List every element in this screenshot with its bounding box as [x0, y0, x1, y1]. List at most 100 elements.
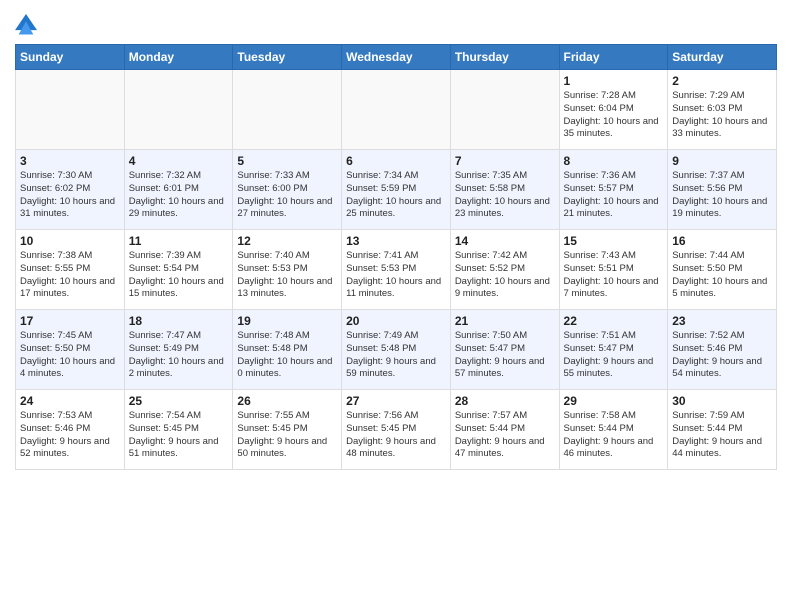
- day-info: Sunrise: 7:30 AM Sunset: 6:02 PM Dayligh…: [20, 170, 115, 219]
- day-number: 22: [564, 314, 664, 328]
- calendar-day-cell: 5Sunrise: 7:33 AM Sunset: 6:00 PM Daylig…: [233, 150, 342, 230]
- day-info: Sunrise: 7:32 AM Sunset: 6:01 PM Dayligh…: [129, 170, 224, 219]
- calendar-day-cell: 8 Sunrise: 7:36 AM Sunset: 5:57 PM Daylig…: [559, 150, 668, 230]
- calendar-day-cell: 22Sunrise: 7:51 AM Sunset: 5:47 PM Dayli…: [559, 310, 668, 390]
- day-number: 27: [346, 394, 446, 408]
- calendar-day-cell: 29 Sunrise: 7:58 AM Sunset: 5:44 PM Dayli…: [559, 390, 668, 470]
- day-info: Sunrise: 7:52 AM Sunset: 5:46 PM Dayligh…: [672, 330, 762, 379]
- day-info: Sunrise: 7:39 AM Sunset: 5:54 PM Dayligh…: [129, 250, 224, 299]
- calendar-header-cell: Monday: [124, 45, 233, 70]
- calendar-header-cell: Saturday: [668, 45, 777, 70]
- calendar-day-cell: 30 Sunrise: 7:59 AM Sunset: 5:44 PM Dayli…: [668, 390, 777, 470]
- day-info: Sunrise: 7:56 AM Sunset: 5:45 PM Dayligh…: [346, 410, 436, 459]
- calendar-day-cell: 3 Sunrise: 7:30 AM Sunset: 6:02 PM Daylig…: [16, 150, 125, 230]
- day-number: 3: [20, 154, 120, 168]
- day-number: 2: [672, 74, 772, 88]
- calendar-header-cell: Thursday: [450, 45, 559, 70]
- logo-icon: [15, 14, 37, 36]
- calendar-day-cell: 4 Sunrise: 7:32 AM Sunset: 6:01 PM Daylig…: [124, 150, 233, 230]
- day-number: 1: [564, 74, 664, 88]
- calendar-day-cell: 18Sunrise: 7:47 AM Sunset: 5:49 PM Dayli…: [124, 310, 233, 390]
- calendar-day-cell: 28 Sunrise: 7:57 AM Sunset: 5:44 PM Dayli…: [450, 390, 559, 470]
- day-info: Sunrise: 7:49 AM Sunset: 5:48 PM Dayligh…: [346, 330, 436, 379]
- day-info: Sunrise: 7:44 AM Sunset: 5:50 PM Dayligh…: [672, 250, 767, 299]
- day-number: 13: [346, 234, 446, 248]
- calendar-day-cell: 13 Sunrise: 7:41 AM Sunset: 5:53 PM Dayli…: [342, 230, 451, 310]
- day-number: 12: [237, 234, 337, 248]
- day-number: 17: [20, 314, 120, 328]
- calendar-day-cell: [450, 70, 559, 150]
- day-number: 8: [564, 154, 664, 168]
- day-info: Sunrise: 7:29 AM Sunset: 6:03 PM Dayligh…: [672, 90, 767, 139]
- day-info: Sunrise: 7:58 AM Sunset: 5:44 PM Dayligh…: [564, 410, 654, 459]
- calendar-day-cell: 14 Sunrise: 7:42 AM Sunset: 5:52 PM Dayli…: [450, 230, 559, 310]
- day-number: 4: [129, 154, 229, 168]
- day-number: 19: [237, 314, 337, 328]
- day-number: 16: [672, 234, 772, 248]
- day-info: Sunrise: 7:48 AM Sunset: 5:48 PM Dayligh…: [237, 330, 332, 379]
- day-number: 30: [672, 394, 772, 408]
- day-info: Sunrise: 7:54 AM Sunset: 5:45 PM Dayligh…: [129, 410, 219, 459]
- day-info: Sunrise: 7:41 AM Sunset: 5:53 PM Dayligh…: [346, 250, 441, 299]
- calendar-week-row: 1Sunrise: 7:28 AM Sunset: 6:04 PM Daylig…: [16, 70, 777, 150]
- calendar-day-cell: 25 Sunrise: 7:54 AM Sunset: 5:45 PM Dayli…: [124, 390, 233, 470]
- calendar-day-cell: 21Sunrise: 7:50 AM Sunset: 5:47 PM Dayli…: [450, 310, 559, 390]
- day-number: 25: [129, 394, 229, 408]
- calendar-day-cell: 24 Sunrise: 7:53 AM Sunset: 5:46 PM Dayli…: [16, 390, 125, 470]
- calendar-day-cell: 10 Sunrise: 7:38 AM Sunset: 5:55 PM Dayli…: [16, 230, 125, 310]
- calendar-day-cell: 16 Sunrise: 7:44 AM Sunset: 5:50 PM Dayli…: [668, 230, 777, 310]
- day-number: 7: [455, 154, 555, 168]
- calendar-day-cell: 2 Sunrise: 7:29 AM Sunset: 6:03 PM Daylig…: [668, 70, 777, 150]
- day-number: 21: [455, 314, 555, 328]
- calendar-week-row: 24 Sunrise: 7:53 AM Sunset: 5:46 PM Dayli…: [16, 390, 777, 470]
- calendar-week-row: 3 Sunrise: 7:30 AM Sunset: 6:02 PM Daylig…: [16, 150, 777, 230]
- page: SundayMondayTuesdayWednesdayThursdayFrid…: [0, 0, 792, 485]
- calendar-week-row: 10 Sunrise: 7:38 AM Sunset: 5:55 PM Dayli…: [16, 230, 777, 310]
- calendar-day-cell: [16, 70, 125, 150]
- calendar-day-cell: 23 Sunrise: 7:52 AM Sunset: 5:46 PM Dayli…: [668, 310, 777, 390]
- day-info: Sunrise: 7:33 AM Sunset: 6:00 PM Dayligh…: [237, 170, 332, 219]
- day-info: Sunrise: 7:53 AM Sunset: 5:46 PM Dayligh…: [20, 410, 110, 459]
- day-info: Sunrise: 7:55 AM Sunset: 5:45 PM Dayligh…: [237, 410, 327, 459]
- calendar-body: 1Sunrise: 7:28 AM Sunset: 6:04 PM Daylig…: [16, 70, 777, 470]
- day-number: 24: [20, 394, 120, 408]
- day-number: 23: [672, 314, 772, 328]
- calendar-header-cell: Friday: [559, 45, 668, 70]
- day-info: Sunrise: 7:43 AM Sunset: 5:51 PM Dayligh…: [564, 250, 659, 299]
- day-number: 20: [346, 314, 446, 328]
- day-info: Sunrise: 7:38 AM Sunset: 5:55 PM Dayligh…: [20, 250, 115, 299]
- calendar-day-cell: [342, 70, 451, 150]
- calendar-week-row: 17Sunrise: 7:45 AM Sunset: 5:50 PM Dayli…: [16, 310, 777, 390]
- calendar-day-cell: 1Sunrise: 7:28 AM Sunset: 6:04 PM Daylig…: [559, 70, 668, 150]
- calendar-day-cell: 27 Sunrise: 7:56 AM Sunset: 5:45 PM Dayli…: [342, 390, 451, 470]
- day-info: Sunrise: 7:35 AM Sunset: 5:58 PM Dayligh…: [455, 170, 550, 219]
- day-number: 9: [672, 154, 772, 168]
- calendar-header-cell: Sunday: [16, 45, 125, 70]
- day-number: 26: [237, 394, 337, 408]
- calendar-header: SundayMondayTuesdayWednesdayThursdayFrid…: [16, 45, 777, 70]
- calendar-day-cell: 11 Sunrise: 7:39 AM Sunset: 5:54 PM Dayli…: [124, 230, 233, 310]
- calendar-day-cell: [233, 70, 342, 150]
- day-number: 29: [564, 394, 664, 408]
- day-number: 6: [346, 154, 446, 168]
- day-number: 10: [20, 234, 120, 248]
- day-number: 28: [455, 394, 555, 408]
- calendar-header-cell: Wednesday: [342, 45, 451, 70]
- day-info: Sunrise: 7:59 AM Sunset: 5:44 PM Dayligh…: [672, 410, 762, 459]
- calendar-day-cell: 9Sunrise: 7:37 AM Sunset: 5:56 PM Daylig…: [668, 150, 777, 230]
- day-info: Sunrise: 7:36 AM Sunset: 5:57 PM Dayligh…: [564, 170, 659, 219]
- header: [15, 10, 777, 36]
- day-number: 14: [455, 234, 555, 248]
- calendar-day-cell: 19 Sunrise: 7:48 AM Sunset: 5:48 PM Dayli…: [233, 310, 342, 390]
- logo: [15, 14, 40, 36]
- calendar-day-cell: [124, 70, 233, 150]
- calendar-day-cell: 17Sunrise: 7:45 AM Sunset: 5:50 PM Dayli…: [16, 310, 125, 390]
- calendar-table: SundayMondayTuesdayWednesdayThursdayFrid…: [15, 44, 777, 470]
- calendar-day-cell: 7 Sunrise: 7:35 AM Sunset: 5:58 PM Daylig…: [450, 150, 559, 230]
- day-info: Sunrise: 7:47 AM Sunset: 5:49 PM Dayligh…: [129, 330, 224, 379]
- day-info: Sunrise: 7:40 AM Sunset: 5:53 PM Dayligh…: [237, 250, 332, 299]
- day-info: Sunrise: 7:42 AM Sunset: 5:52 PM Dayligh…: [455, 250, 550, 299]
- day-number: 11: [129, 234, 229, 248]
- day-info: Sunrise: 7:57 AM Sunset: 5:44 PM Dayligh…: [455, 410, 545, 459]
- calendar-day-cell: 6Sunrise: 7:34 AM Sunset: 5:59 PM Daylig…: [342, 150, 451, 230]
